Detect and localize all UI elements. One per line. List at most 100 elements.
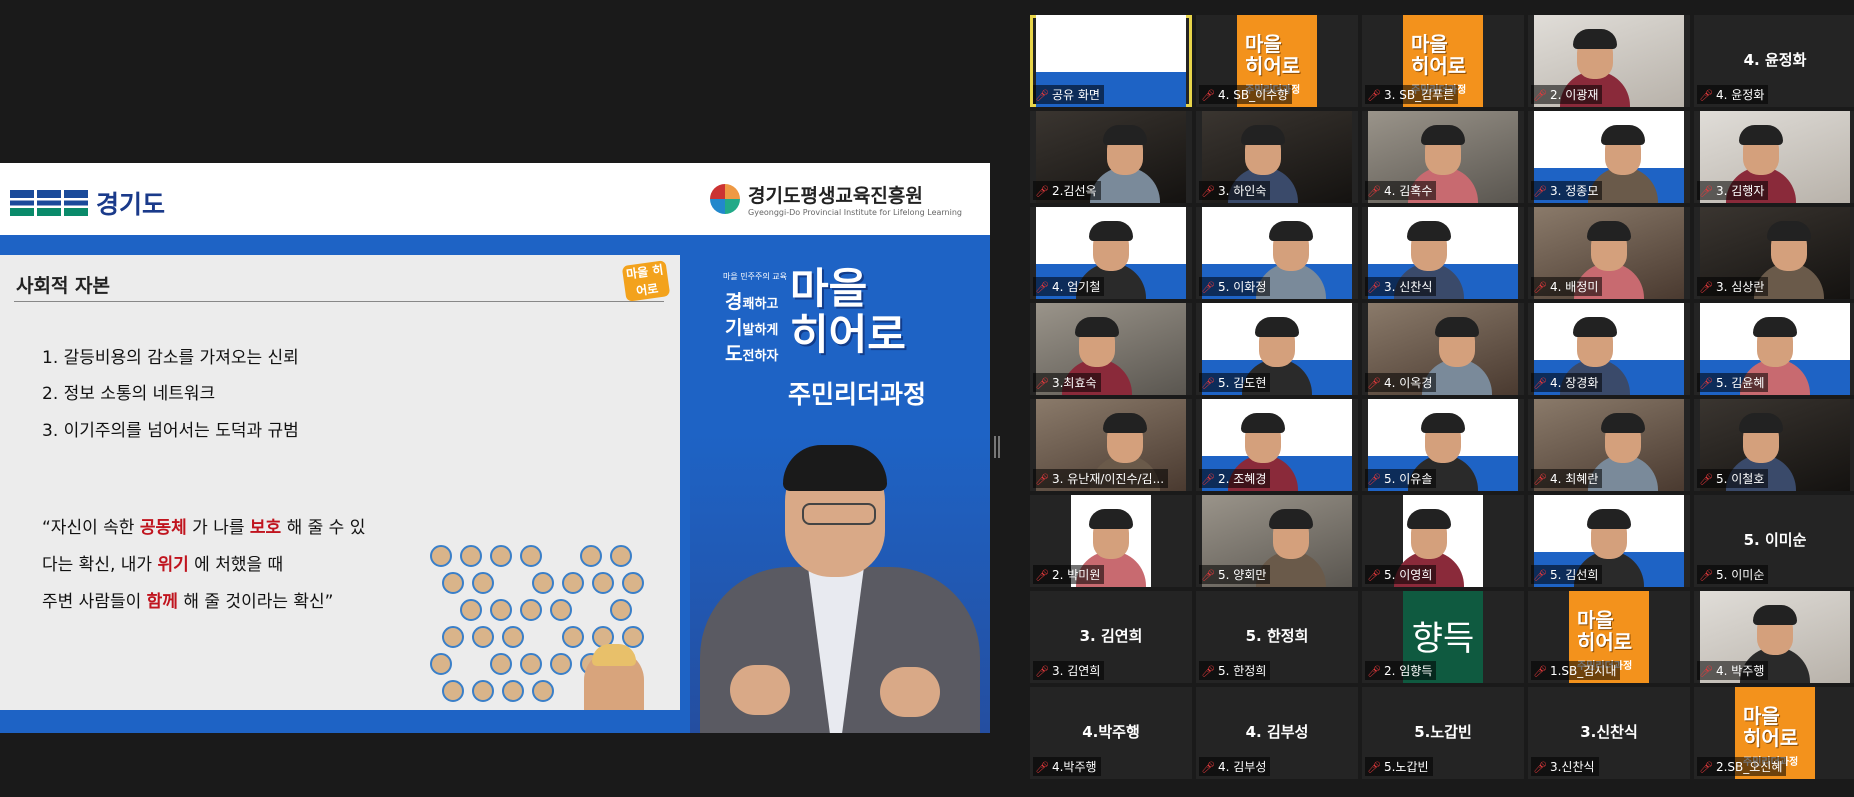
muted-mic-icon: 🎤︎ [1035, 377, 1049, 390]
participant-tile[interactable]: 🎤︎ 4. 김혹수 [1362, 111, 1524, 203]
muted-mic-icon: 🎤︎ [1699, 473, 1713, 486]
participant-tile[interactable]: 🎤︎ 5. 김선희 [1528, 495, 1690, 587]
participant-name-label: 🎤︎ 4.박주행 [1033, 757, 1101, 776]
participant-tile[interactable]: 🎤︎ 2. 박미원 [1030, 495, 1192, 587]
muted-mic-icon: 🎤︎ [1201, 281, 1215, 294]
participant-tile[interactable]: 🎤︎ 2.김선옥 [1030, 111, 1192, 203]
participant-tile[interactable]: 🎤︎ 3. 심상란 [1694, 207, 1854, 299]
institute-logo: 경기도평생교육진흥원 Gyeonggi-Do Provincial Instit… [710, 181, 962, 217]
shared-screen-thumbnail[interactable]: 🎤︎ 공유 화면 [1030, 15, 1192, 107]
participant-tile[interactable]: 3.신찬식 🎤︎ 3.신찬식 [1528, 687, 1690, 779]
participant-name: 3. 유난재/이진수/김... [1051, 472, 1165, 486]
participant-tile[interactable]: 🎤︎ 3. 신찬식 [1362, 207, 1524, 299]
participant-tile[interactable]: 5. 이미순 🎤︎ 5. 이미순 [1694, 495, 1854, 587]
institute-mark-icon [710, 184, 741, 214]
participant-tile[interactable]: 🎤︎ 4. 이옥경 [1362, 303, 1524, 395]
participant-face [1435, 317, 1479, 367]
slide-body: 사회적 자본 마을 히어로 1. 갈등비용의 감소를 가져오는 신뢰 2. 정보… [0, 235, 990, 733]
muted-mic-icon: 🎤︎ [1035, 761, 1049, 774]
participant-tile[interactable]: 🎤︎ 4. 박주행 [1694, 591, 1854, 683]
participant-tile[interactable]: 마을히어로주민리더과정🎤︎4. SB_이수향 [1196, 15, 1358, 107]
participant-tile[interactable]: 🎤︎ 5. 이영희 [1362, 495, 1524, 587]
participant-tile[interactable]: 🎤︎ 5. 김윤혜 [1694, 303, 1854, 395]
network-person-icon [472, 680, 494, 702]
participant-name: 5. 양회만 [1217, 568, 1267, 582]
participant-tile[interactable]: 🎤︎ 4. 엄기철 [1030, 207, 1192, 299]
participant-tile[interactable]: 🎤︎ 4. 장경화 [1528, 303, 1690, 395]
participant-tile[interactable]: 마을히어로주민리더과정🎤︎1.SB_김시내 [1528, 591, 1690, 683]
participant-name-label: 🎤︎ 4. 장경화 [1531, 373, 1603, 392]
participant-tile[interactable]: 향득 🎤︎ 2. 임향득 [1362, 591, 1524, 683]
participant-name-label: 🎤︎ 2. 이광재 [1531, 85, 1603, 104]
banner-thumb-text: 마을 [1743, 704, 1780, 728]
participant-tile[interactable]: 4.박주행 🎤︎ 4.박주행 [1030, 687, 1192, 779]
participant-tile[interactable]: 🎤︎ 5. 이유솔 [1362, 399, 1524, 491]
participant-name-label: 🎤︎ 5. 김도현 [1199, 373, 1271, 392]
participant-name: 5. 이화정 [1217, 280, 1267, 294]
participant-face [1601, 413, 1645, 463]
participant-name: 5. 김선희 [1549, 568, 1599, 582]
muted-mic-icon: 🎤︎ [1201, 569, 1215, 582]
participant-tile[interactable]: 마을히어로주민리더과정🎤︎3. SB_김푸른 [1362, 15, 1524, 107]
muted-mic-icon: 🎤︎ [1035, 185, 1049, 198]
muted-mic-icon: 🎤︎ [1533, 89, 1547, 102]
participant-tile[interactable]: 🎤︎ 3. 정종모 [1528, 111, 1690, 203]
participant-tile[interactable]: 🎤︎ 5. 김도현 [1196, 303, 1358, 395]
participant-tile[interactable]: 🎤︎ 5. 이화정 [1196, 207, 1358, 299]
participant-face [1573, 29, 1617, 79]
participant-tile[interactable]: 3. 김연희 🎤︎ 3. 김연희 [1030, 591, 1192, 683]
muted-mic-icon: 🎤︎ [1699, 377, 1713, 390]
participant-tile[interactable]: 4. 김부성 🎤︎ 4. 김부성 [1196, 687, 1358, 779]
participant-tile[interactable]: 🎤︎ 3.최효숙 [1030, 303, 1192, 395]
gyeonggi-brand: 경기도 [96, 190, 166, 219]
participant-face [1739, 413, 1783, 463]
participant-name: 4. SB_이수향 [1217, 88, 1289, 102]
participant-face [1739, 125, 1783, 175]
network-person-icon [460, 545, 482, 567]
participant-tile[interactable]: 🎤︎ 5. 양회만 [1196, 495, 1358, 587]
participant-tile[interactable]: 🎤︎ 3. 김행자 [1694, 111, 1854, 203]
participant-tile[interactable]: 4. 윤정화 🎤︎ 4. 윤정화 [1694, 15, 1854, 107]
muted-mic-icon: 🎤︎ [1367, 89, 1381, 102]
participant-name: 4. 김부성 [1217, 760, 1267, 774]
network-person-icon [442, 572, 464, 594]
participant-name-label: 🎤︎ 5. 이화정 [1199, 277, 1271, 296]
participant-name: 5.노갑빈 [1383, 760, 1429, 774]
muted-mic-icon: 🎤︎ [1533, 665, 1547, 678]
participant-name-label: 🎤︎ 5. 이유솔 [1365, 469, 1437, 488]
participant-name: 5. 이유솔 [1383, 472, 1433, 486]
muted-mic-icon: 🎤︎ [1035, 569, 1049, 582]
participant-name: 2.SB_오신혜 [1715, 760, 1783, 774]
muted-mic-icon: 🎤︎ [1699, 569, 1713, 582]
network-person-icon [442, 626, 464, 648]
participant-name-label: 🎤︎ 3. 정종모 [1531, 181, 1603, 200]
participant-tile[interactable]: 🎤︎ 2. 조혜경 [1196, 399, 1358, 491]
participant-name-label: 🎤︎ 3. 김연희 [1033, 661, 1105, 680]
participant-tile[interactable]: 🎤︎ 5. 이철호 [1694, 399, 1854, 491]
participant-name-label: 🎤︎ 3. 하인숙 [1199, 181, 1271, 200]
muted-mic-icon: 🎤︎ [1699, 185, 1713, 198]
participant-tile[interactable]: 5.노갑빈 🎤︎ 5.노갑빈 [1362, 687, 1524, 779]
participant-tile[interactable]: 🎤︎ 2. 이광재 [1528, 15, 1690, 107]
hero-badge-logo: 마을 히어로 [621, 260, 671, 302]
muted-mic-icon: 🎤︎ [1201, 473, 1215, 486]
split-resize-handle[interactable] [994, 436, 1000, 458]
participant-tile[interactable]: 5. 한정희 🎤︎ 5. 한정희 [1196, 591, 1358, 683]
participant-name-label: 🎤︎ 3. 신찬식 [1365, 277, 1437, 296]
participant-name: 4.박주행 [1051, 760, 1097, 774]
participant-tile[interactable]: 🎤︎ 3. 하인숙 [1196, 111, 1358, 203]
participant-name-label: 🎤︎ 3.신찬식 [1531, 757, 1599, 776]
banner-thumb-text: 히어로 [1743, 726, 1799, 750]
participant-face [1103, 125, 1147, 175]
participant-tile[interactable]: 🎤︎ 4. 최혜란 [1528, 399, 1690, 491]
participant-name: 3. 김행자 [1715, 184, 1765, 198]
participant-face [1407, 221, 1451, 271]
muted-mic-icon: 🎤︎ [1201, 185, 1215, 198]
network-person-icon [430, 545, 452, 567]
participant-tile[interactable]: 마을히어로주민리더과정🎤︎2.SB_오신혜 [1694, 687, 1854, 779]
participant-tile[interactable]: 🎤︎ 3. 유난재/이진수/김... [1030, 399, 1192, 491]
participant-tile[interactable]: 🎤︎ 4. 배정미 [1528, 207, 1690, 299]
participant-face [1753, 605, 1797, 655]
network-person-icon [580, 545, 602, 567]
participant-name: 2.김선옥 [1051, 184, 1097, 198]
